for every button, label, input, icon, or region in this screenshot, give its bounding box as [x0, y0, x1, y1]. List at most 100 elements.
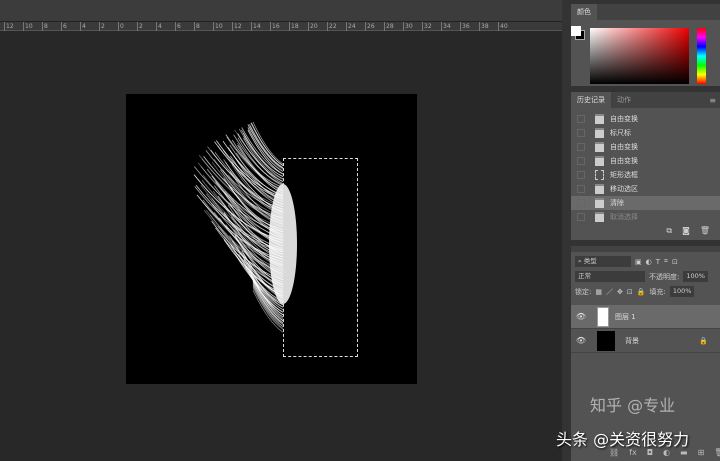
new-layer-icon[interactable]: ⊞ [698, 448, 705, 457]
lock-all-icon[interactable]: 🔒 [637, 288, 646, 296]
filter-smart-icon[interactable]: ⊡ [672, 258, 678, 266]
snapshot-checkbox[interactable] [577, 185, 585, 193]
layer-row-background[interactable]: 👁 背景 🔒 [571, 329, 720, 353]
blend-mode-select[interactable]: 正常 [575, 271, 645, 282]
document-icon [595, 156, 604, 166]
tab-actions[interactable]: 动作 [611, 92, 637, 108]
ruler-tick: 2 [137, 22, 143, 31]
ruler-tick: 40 [498, 22, 508, 31]
opacity-input[interactable]: 100% [683, 271, 708, 282]
snapshot-camera-icon[interactable]: ◙ [682, 226, 690, 236]
history-item[interactable]: 自由变换 [571, 140, 720, 154]
history-item[interactable]: 矩形选框 [571, 168, 720, 182]
history-item[interactable]: 自由变换 [571, 112, 720, 126]
ruler-tick: 4 [156, 22, 162, 31]
layer-filter-select[interactable]: ⌕ 类型 [575, 256, 631, 267]
ruler-tick: 8 [194, 22, 200, 31]
document-icon [595, 114, 604, 124]
layer-thumbnail [597, 331, 615, 351]
ruler-tick: 28 [384, 22, 394, 31]
ruler-tick: 26 [365, 22, 375, 31]
panel-menu-icon[interactable]: ≡ [709, 96, 716, 105]
document-canvas[interactable] [126, 94, 417, 384]
lock-paint-icon[interactable]: ／ [606, 287, 613, 297]
ruler-tick: 8 [42, 22, 48, 31]
opacity-label: 不透明度: [649, 272, 679, 282]
lock-move-icon[interactable]: ✥ [617, 288, 623, 296]
snapshot-checkbox[interactable] [577, 115, 585, 123]
color-tab[interactable]: 颜色 [571, 4, 597, 20]
color-panel: 颜色 [571, 4, 720, 86]
trash-icon[interactable]: 🗑 [714, 448, 720, 457]
ruler-tick: 12 [4, 22, 14, 31]
layer-name: 背景 [625, 336, 639, 346]
document-icon [595, 142, 604, 152]
history-label: 清除 [610, 198, 624, 208]
ruler-tick: 34 [441, 22, 451, 31]
ruler-tick: 6 [175, 22, 181, 31]
foreground-color-swatch[interactable] [571, 26, 581, 36]
new-document-from-state-icon[interactable]: ⧉ [666, 226, 672, 236]
ruler-tick: 36 [460, 22, 470, 31]
ruler-tick: 22 [327, 22, 337, 31]
history-label: 矩形选框 [610, 170, 638, 180]
lock-artboard-icon[interactable]: ⊡ [627, 288, 633, 296]
history-item[interactable]: 清除 [571, 196, 720, 210]
lock-label: 锁定: [575, 287, 591, 297]
history-item[interactable]: 自由变换 [571, 154, 720, 168]
ruler-tick: 16 [270, 22, 280, 31]
ruler-tick: 6 [61, 22, 67, 31]
snapshot-checkbox[interactable] [577, 143, 585, 151]
snapshot-checkbox[interactable] [577, 199, 585, 207]
lock-transparent-icon[interactable]: ▦ [595, 288, 602, 296]
trash-icon[interactable]: 🗑 [700, 226, 710, 236]
filter-pixel-icon[interactable]: ▣ [635, 258, 642, 266]
ruler-tick: 32 [422, 22, 432, 31]
snapshot-checkbox[interactable] [577, 129, 585, 137]
filter-shape-icon[interactable]: ⌗ [664, 257, 668, 266]
options-bar [0, 0, 562, 22]
ruler-tick: 0 [118, 22, 124, 31]
history-label: 自由变换 [610, 142, 638, 152]
layer-row-layer1[interactable]: 👁 图层 1 [571, 305, 720, 329]
marquee-icon [595, 170, 604, 180]
snapshot-checkbox[interactable] [577, 171, 585, 179]
ruler-tick: 14 [251, 22, 261, 31]
ruler-tick: 12 [232, 22, 242, 31]
marquee-selection [283, 158, 358, 357]
snapshot-checkbox[interactable] [577, 157, 585, 165]
ruler-tick: 10 [213, 22, 223, 31]
history-label: 标尺标 [610, 128, 631, 138]
watermark: 头条 @关资很努力 [556, 426, 689, 450]
fill-input[interactable]: 100% [670, 286, 695, 297]
visibility-eye-icon[interactable]: 👁 [571, 336, 591, 345]
tab-history[interactable]: 历史记录 [571, 92, 611, 108]
document-icon [595, 128, 604, 138]
history-item[interactable]: 标尺标 [571, 126, 720, 140]
ruler-tick: 2 [99, 22, 105, 31]
document-icon [595, 184, 604, 194]
ruler-tick: 30 [403, 22, 413, 31]
feather-image [126, 94, 417, 384]
history-panel: 历史记录 动作 ≡ 自由变换 标尺标 自由变换 自由变换 矩形选框 移动选区 清除 取消选择 … [571, 92, 720, 240]
document-icon [595, 212, 604, 222]
history-label: 自由变换 [610, 114, 638, 124]
ruler-tick: 24 [346, 22, 356, 31]
ruler-tick: 10 [23, 22, 33, 31]
filter-adjust-icon[interactable]: ◐ [646, 258, 652, 266]
filter-type-icon[interactable]: T [656, 258, 660, 266]
ruler-tick: 18 [289, 22, 299, 31]
filter-label: 类型 [584, 257, 597, 265]
ruler-tick: 38 [479, 22, 489, 31]
color-field[interactable] [590, 28, 689, 84]
snapshot-checkbox[interactable] [577, 213, 585, 221]
history-label: 移动选区 [610, 184, 638, 194]
hue-slider[interactable] [697, 28, 706, 84]
ruler-tick: 20 [308, 22, 318, 31]
watermark-zhihu: 知乎 @专业 [590, 392, 675, 416]
fill-label: 填充: [649, 287, 665, 297]
lock-icon: 🔒 [699, 337, 708, 345]
visibility-eye-icon[interactable]: 👁 [571, 312, 591, 321]
history-item[interactable]: 取消选择 [571, 210, 720, 224]
history-item[interactable]: 移动选区 [571, 182, 720, 196]
